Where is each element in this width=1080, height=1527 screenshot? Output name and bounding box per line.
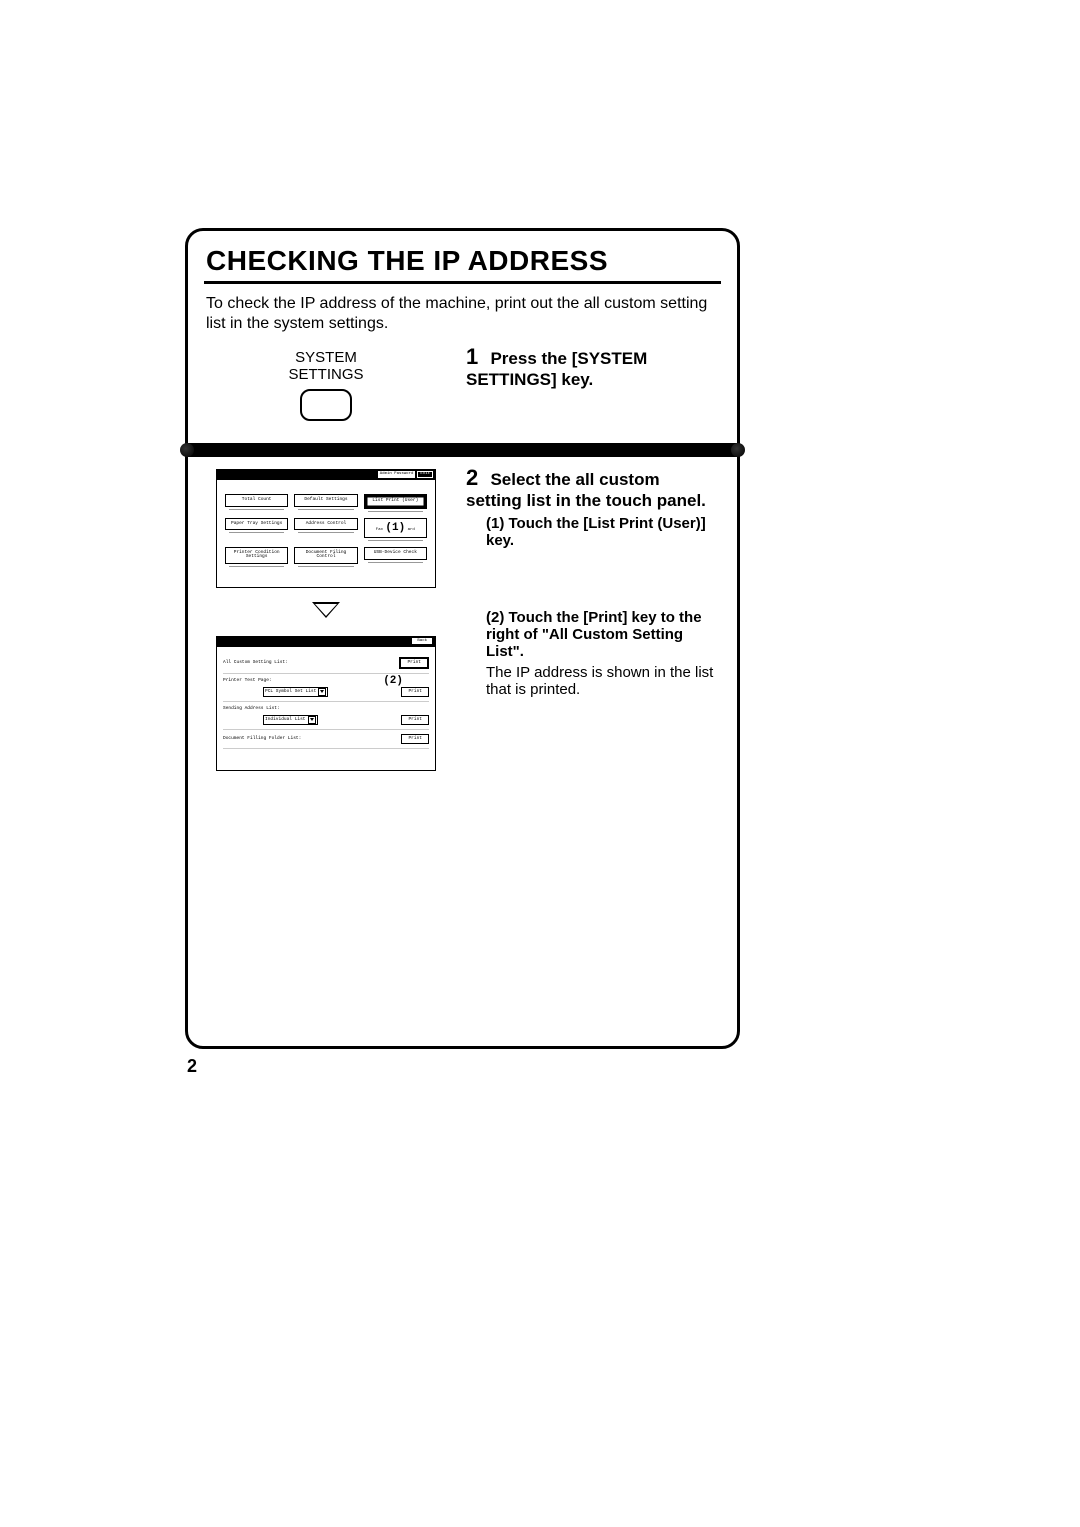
all-custom-setting-list-label: All Custom Setting List: xyxy=(223,660,399,665)
document-filling-folder-row: Document Filling Folder List: Print xyxy=(223,734,429,744)
document-filing-control-button[interactable]: Document Filing Control xyxy=(294,547,357,564)
usb-device-check-button[interactable]: USB-Device Check xyxy=(364,547,427,560)
screen2-body: All Custom Setting List: Print Printer T… xyxy=(217,647,435,770)
touch-panel-screen-2: Back All Custom Setting List: Print Prin… xyxy=(216,636,436,771)
step-1-number: 1 xyxy=(466,344,486,370)
callout-2: (2) xyxy=(383,675,403,687)
default-settings-button[interactable]: Default Settings xyxy=(294,494,357,507)
print-button-sending-address[interactable]: Print xyxy=(401,715,429,725)
divider-dot-left xyxy=(180,443,194,457)
printer-test-page-row: Printer Test Page: (2) xyxy=(223,678,429,683)
print-button-test-page[interactable]: Print xyxy=(401,687,429,697)
page-frame: CHECKING THE IP ADDRESS To check the IP … xyxy=(185,228,740,1049)
admin-password-button[interactable]: Admin Password xyxy=(378,471,416,478)
total-count-button[interactable]: Total Count xyxy=(225,494,288,507)
title-underline xyxy=(204,281,721,284)
step-1-text: 1 Press the [SYSTEM SETTINGS] key. xyxy=(446,344,719,390)
step-2-number: 2 xyxy=(466,465,486,491)
exit-button[interactable]: Exit xyxy=(417,471,433,478)
chevron-down-icon xyxy=(308,716,316,724)
printer-test-page-select-value: PCL Symbol Set List xyxy=(265,689,316,694)
step-2-sub2: (2) Touch the [Print] key to the right o… xyxy=(466,609,719,660)
step-2-sub1: (1) Touch the [List Print (User)] key. xyxy=(466,515,719,549)
screen1-top-buttons: Admin Password Exit xyxy=(378,471,433,478)
document-filling-folder-label: Document Filling Folder List: xyxy=(223,736,401,741)
screen2-titlebar: Back xyxy=(217,637,435,647)
divider-band xyxy=(186,443,739,457)
step-2-instruction: Select the all custom setting list in th… xyxy=(466,470,706,510)
fax-data-button[interactable]: Fax (1) ard xyxy=(364,518,427,538)
printer-test-page-select-row: PCL Symbol Set List Print xyxy=(223,687,429,697)
divider-dot-right xyxy=(731,443,745,457)
sys-label-line2: SETTINGS xyxy=(288,366,363,383)
callout-1: (1) xyxy=(385,522,405,534)
sending-address-select-row: Individual List Print xyxy=(223,715,429,725)
step-1-row: SYSTEM SETTINGS 1 Press the [SYSTEM SETT… xyxy=(188,344,737,431)
list-print-user-button[interactable]: List Print (User) xyxy=(364,494,427,509)
step-2-note: The IP address is shown in the list that… xyxy=(466,664,719,698)
touch-panel-screen-1: Admin Password Exit Total Count Default … xyxy=(216,469,436,588)
step-1-illustration: SYSTEM SETTINGS xyxy=(206,344,446,431)
step-2-row: Admin Password Exit Total Count Default … xyxy=(188,465,737,771)
system-settings-label: SYSTEM SETTINGS xyxy=(288,350,363,383)
screen1-body: Total Count Default Settings List Print … xyxy=(217,480,435,587)
sending-address-select[interactable]: Individual List xyxy=(263,715,318,725)
sending-address-select-value: Individual List xyxy=(265,717,306,722)
intro-text: To check the IP address of the machine, … xyxy=(188,294,737,344)
step-2-text: 2 Select the all custom setting list in … xyxy=(446,465,719,698)
screen1-titlebar: Admin Password Exit xyxy=(217,470,435,480)
sending-address-list-row: Sending Address List: xyxy=(223,706,429,711)
printer-test-page-select[interactable]: PCL Symbol Set List xyxy=(263,687,328,697)
sending-address-list-label: Sending Address List: xyxy=(223,706,429,711)
print-button-all-custom[interactable]: Print xyxy=(399,657,429,669)
printer-condition-button[interactable]: Printer Condition Settings xyxy=(225,547,288,564)
step-1-instruction: Press the [SYSTEM SETTINGS] key. xyxy=(466,349,647,389)
page-number: 2 xyxy=(187,1056,197,1077)
page-title: CHECKING THE IP ADDRESS xyxy=(188,231,737,281)
arrow-down-icon xyxy=(312,602,340,618)
address-control-button[interactable]: Address Control xyxy=(294,518,357,531)
step-2-illustration-col: Admin Password Exit Total Count Default … xyxy=(206,465,446,771)
back-button[interactable]: Back xyxy=(412,638,432,644)
all-custom-setting-list-row: All Custom Setting List: Print xyxy=(223,657,429,669)
screen1-button-grid: Total Count Default Settings List Print … xyxy=(225,494,427,567)
sys-label-line1: SYSTEM xyxy=(295,349,357,366)
system-settings-key xyxy=(300,389,352,421)
paper-tray-settings-button[interactable]: Paper Tray Settings xyxy=(225,518,288,531)
print-button-doc-filling[interactable]: Print xyxy=(401,734,429,744)
chevron-down-icon xyxy=(318,688,326,696)
